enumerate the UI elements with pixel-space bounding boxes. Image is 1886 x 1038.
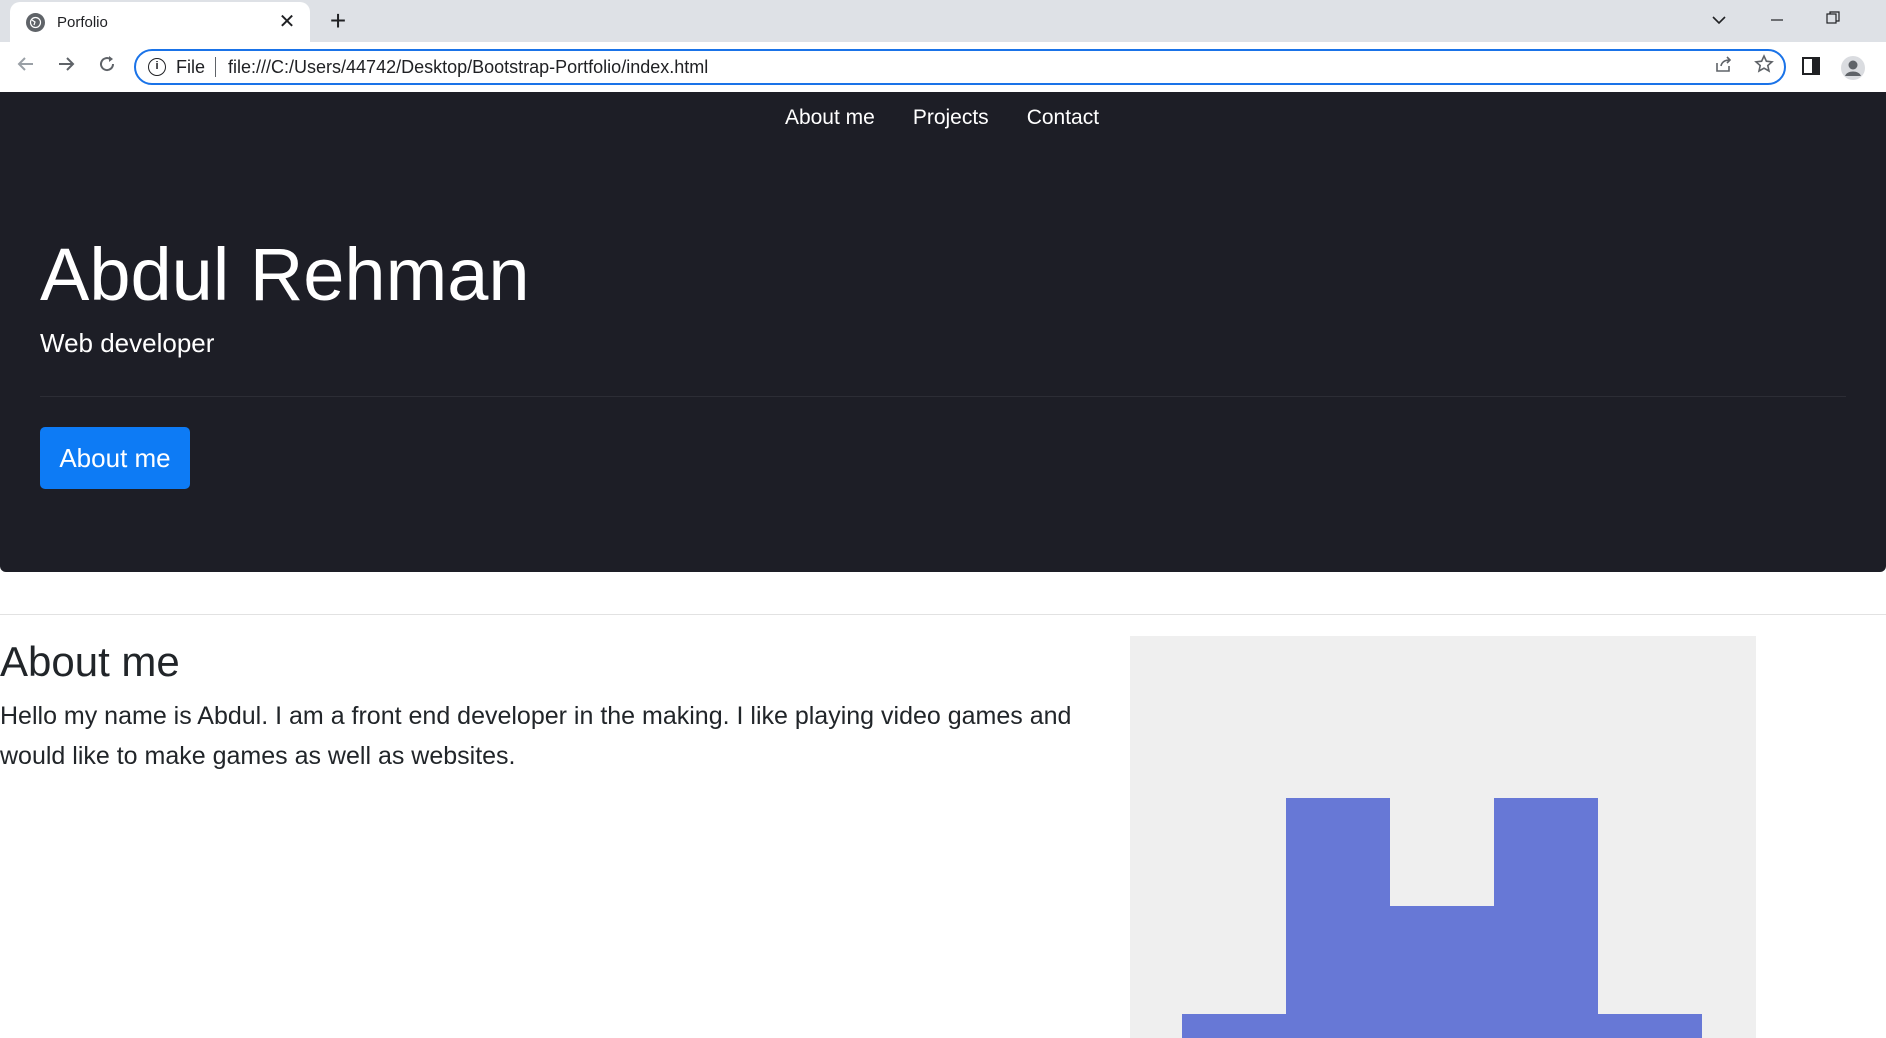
- info-icon[interactable]: i: [148, 58, 166, 76]
- forward-icon[interactable]: [50, 51, 82, 83]
- hero-section: About me Projects Contact Abdul Rehman W…: [0, 92, 1886, 572]
- star-icon[interactable]: [1744, 54, 1784, 80]
- close-icon[interactable]: ✕: [276, 11, 298, 33]
- about-me-button[interactable]: About me: [40, 427, 190, 489]
- address-scheme-label: File: [176, 56, 206, 77]
- tab-title: Porfolio: [57, 13, 108, 31]
- nav-link-projects[interactable]: Projects: [913, 106, 989, 130]
- main-nav: About me Projects Contact: [0, 106, 1886, 130]
- hero-name: Abdul Rehman: [40, 233, 530, 316]
- profile-icon[interactable]: [1840, 55, 1866, 81]
- browser-tab-strip: Porfolio ✕ +: [0, 0, 1886, 42]
- avatar-block: [1390, 906, 1494, 1038]
- url-text[interactable]: file:///C:/Users/44742/Desktop/Bootstrap…: [228, 57, 1704, 78]
- avatar-block: [1286, 798, 1390, 1038]
- reload-icon[interactable]: [91, 51, 123, 83]
- avatar-block: [1598, 1014, 1702, 1038]
- about-text: Hello my name is Abdul. I am a front end…: [0, 702, 1072, 770]
- side-panel-icon[interactable]: [1800, 55, 1826, 81]
- hero-role: Web developer: [40, 328, 215, 358]
- nav-link-about[interactable]: About me: [785, 106, 875, 130]
- share-icon[interactable]: [1704, 54, 1744, 80]
- address-bar[interactable]: i File file:///C:/Users/44742/Desktop/Bo…: [134, 49, 1786, 85]
- globe-icon: [26, 12, 45, 32]
- avatar-image: [1130, 636, 1756, 1038]
- address-separator: [215, 57, 217, 77]
- nav-link-contact[interactable]: Contact: [1027, 106, 1099, 130]
- restore-icon[interactable]: [1810, 6, 1856, 36]
- hero-divider: [40, 396, 1846, 397]
- browser-tab[interactable]: Porfolio ✕: [10, 2, 310, 42]
- minimize-icon[interactable]: [1754, 6, 1800, 36]
- browser-toolbar: i File file:///C:/Users/44742/Desktop/Bo…: [0, 42, 1886, 92]
- plus-icon[interactable]: +: [323, 6, 353, 36]
- back-icon[interactable]: [10, 51, 42, 83]
- chevron-down-icon[interactable]: [1696, 6, 1742, 36]
- about-heading: About me: [0, 638, 180, 685]
- avatar-block: [1182, 1014, 1286, 1038]
- avatar-block: [1494, 798, 1598, 1038]
- section-divider: [0, 614, 1886, 615]
